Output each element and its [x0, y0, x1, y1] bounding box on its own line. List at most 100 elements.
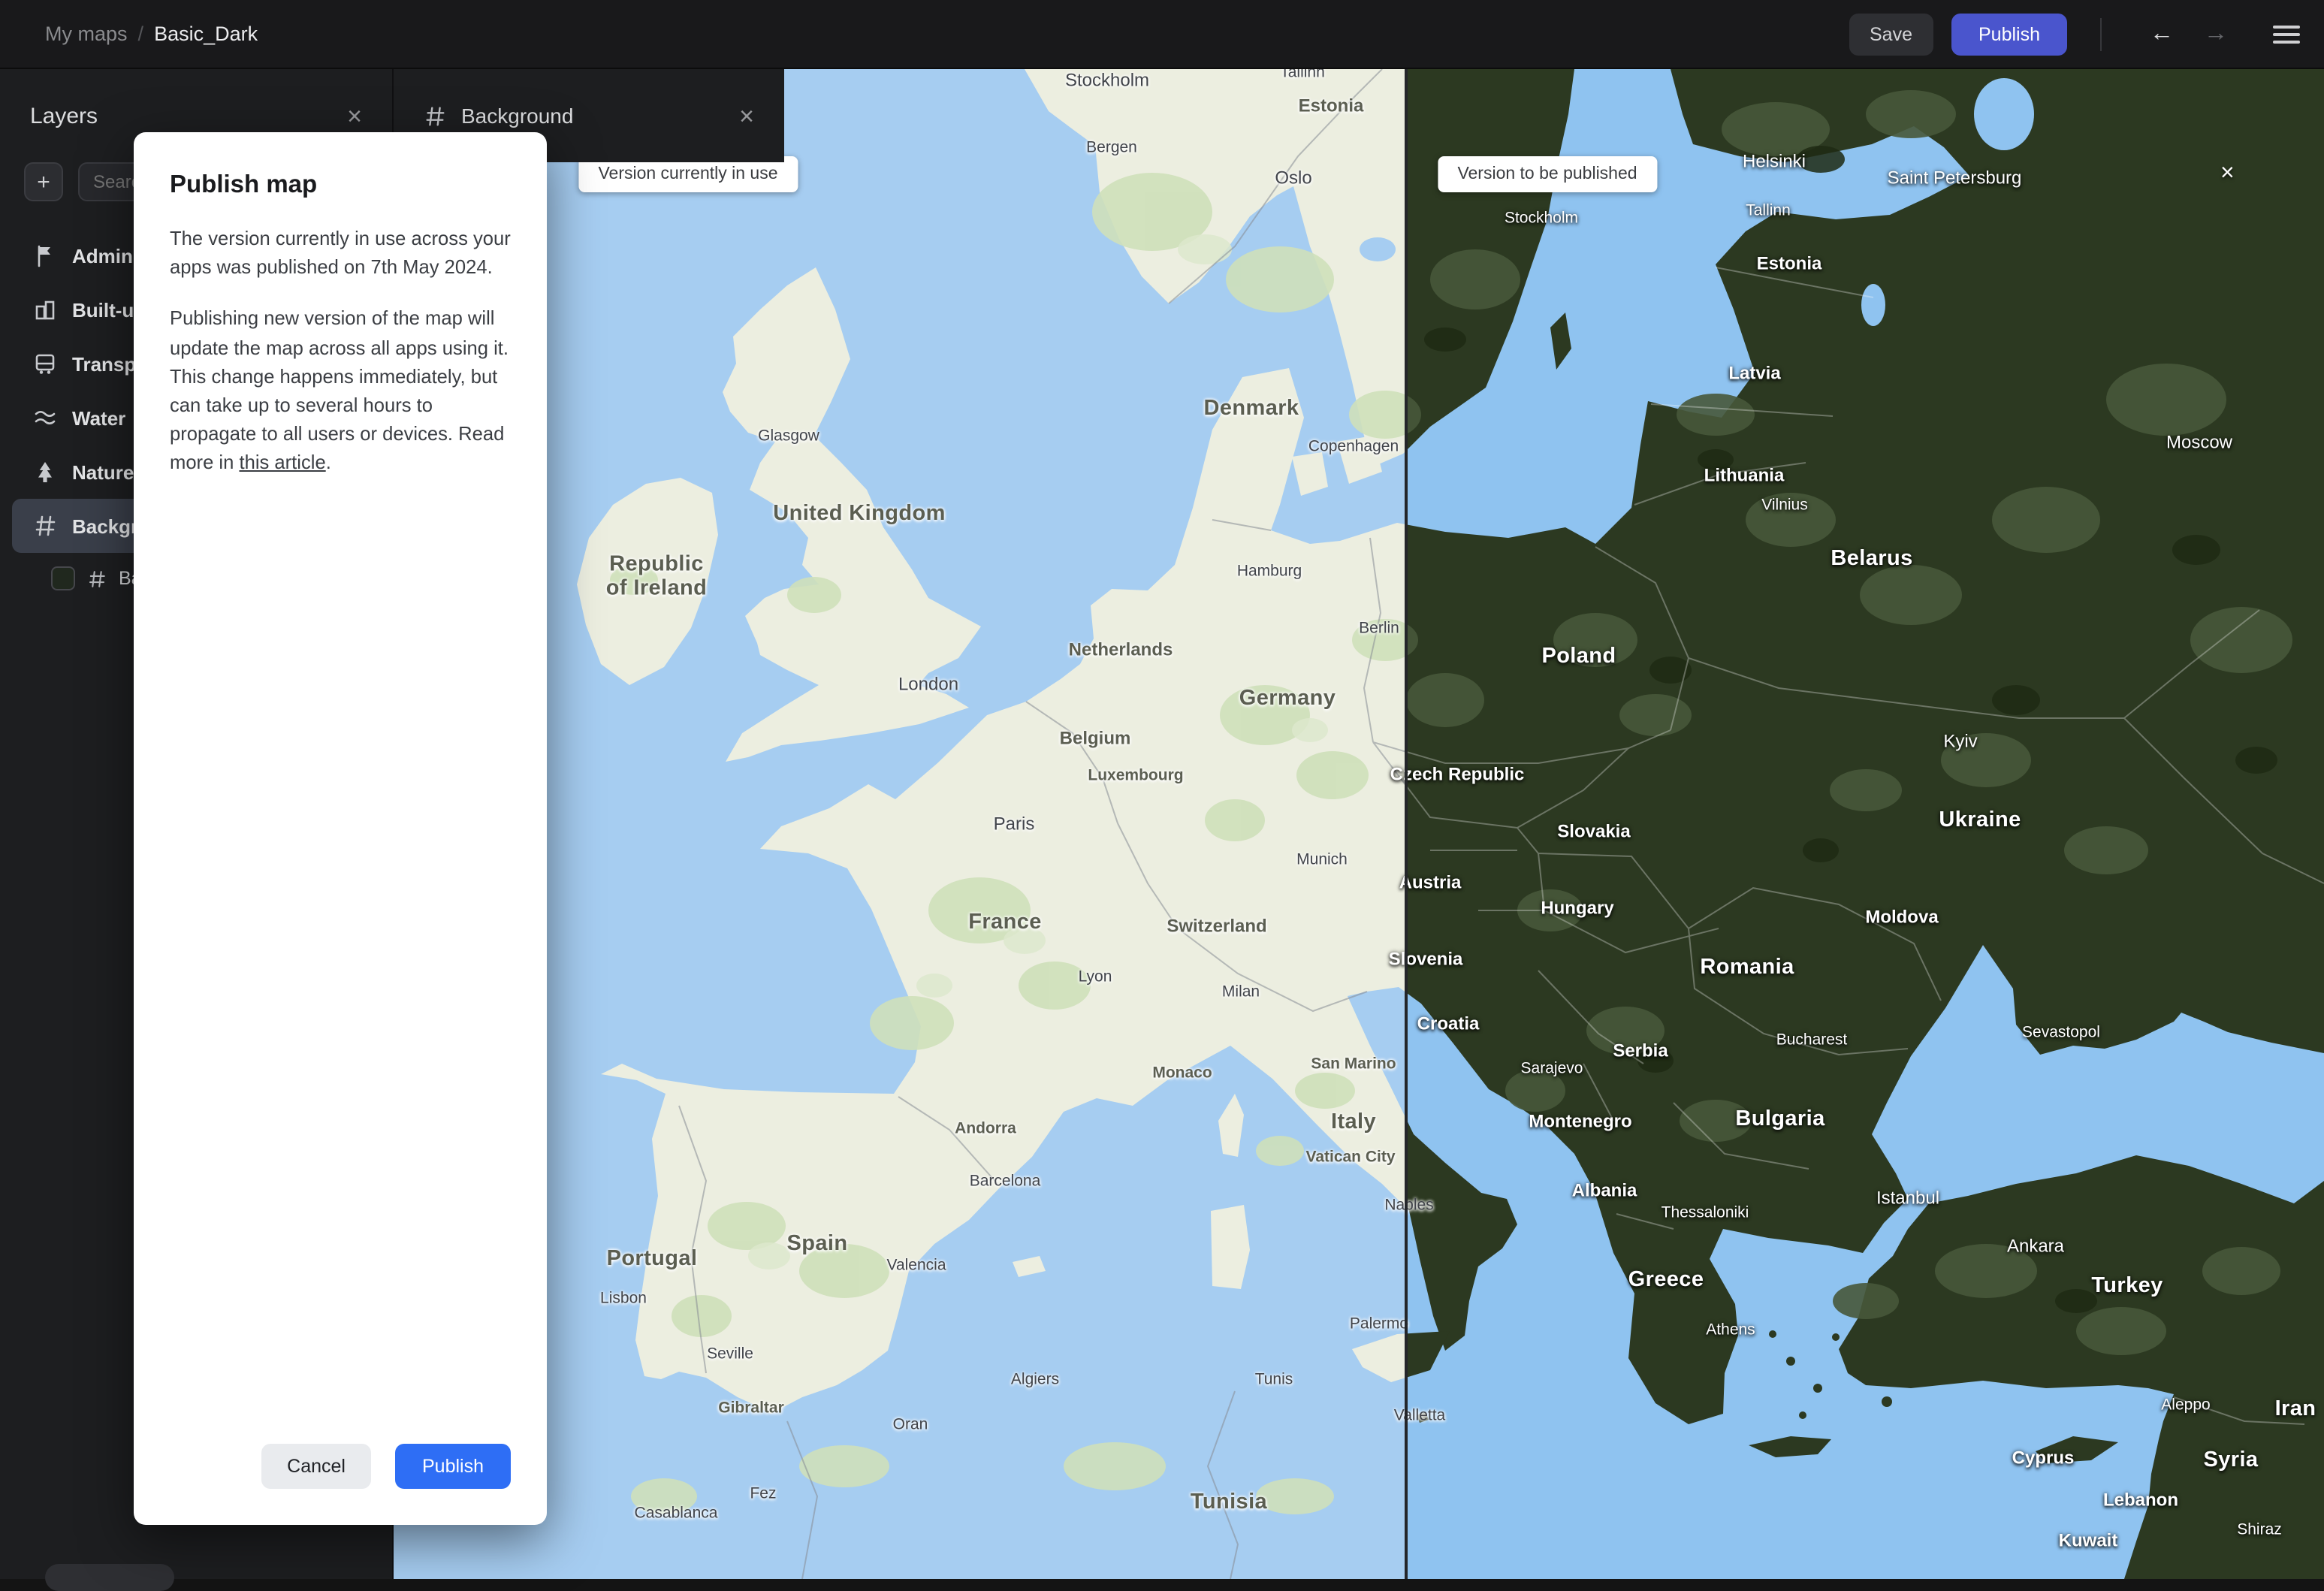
modal-publish-button[interactable]: Publish	[395, 1444, 511, 1489]
map-label: Italy	[1330, 1109, 1377, 1134]
map-label: Netherlands	[1068, 639, 1173, 660]
map-label: Albania	[1571, 1179, 1637, 1201]
add-layer-button[interactable]: +	[24, 162, 63, 201]
map-label: Estonia	[1756, 252, 1822, 274]
map-label: Tallinn	[1280, 69, 1325, 82]
map-label: Valencia	[886, 1256, 946, 1275]
compare-close-icon[interactable]: ×	[2220, 162, 2235, 186]
map-label: Belarus	[1831, 546, 1913, 571]
map-label: Iran	[2274, 1396, 2316, 1421]
version-published-badge: Version to be published	[1438, 156, 1657, 192]
map-label: Andorra	[955, 1119, 1016, 1138]
map-label: Hamburg	[1236, 562, 1302, 581]
map-label: Kyiv	[1943, 730, 1978, 752]
map-label: Spain	[786, 1231, 848, 1256]
map-label: Lithuania	[1704, 464, 1785, 486]
modal-paragraph-2: Publishing new version of the map will u…	[170, 304, 511, 477]
map-label: Bulgaria	[1735, 1106, 1825, 1131]
map-label: Moldova	[1865, 906, 1939, 928]
sidebar-bottom-button[interactable]	[45, 1564, 174, 1591]
map-label: Berlin	[1359, 619, 1399, 638]
map-labels: Stockholm Tallinn Estonia Bergen Oslo Glasgow…	[394, 69, 2324, 1579]
map-label: San Marino	[1311, 1055, 1396, 1073]
map-label: Helsinki	[1742, 150, 1806, 172]
tree-icon	[33, 460, 57, 484]
breadcrumb-separator: /	[137, 23, 144, 45]
layer-label: Water	[72, 406, 126, 429]
map-label: Republic of Ireland	[605, 552, 708, 601]
flag-icon	[33, 243, 57, 267]
modal-actions: Cancel Publish	[261, 1444, 511, 1489]
grid-icon	[33, 514, 57, 538]
map-label: Saint Petersburg	[1887, 167, 2022, 189]
buildings-icon	[33, 297, 57, 322]
map-label: Croatia	[1417, 1013, 1480, 1034]
map-label: Oran	[892, 1415, 928, 1434]
cancel-button[interactable]: Cancel	[261, 1444, 371, 1489]
map-label: Lebanon	[2103, 1489, 2178, 1511]
layer-color-swatch[interactable]	[51, 566, 75, 590]
map-label: Germany	[1239, 686, 1336, 711]
map-label: Romania	[1700, 955, 1794, 980]
map-label: Vatican City	[1305, 1148, 1396, 1167]
topbar-divider	[2100, 17, 2102, 50]
map-label: Tunis	[1254, 1370, 1293, 1389]
breadcrumb-parent[interactable]: My maps	[45, 23, 128, 45]
breadcrumb-current: Basic_Dark	[154, 23, 258, 45]
water-icon	[33, 406, 57, 430]
publish-modal: Publish map The version currently in use…	[134, 132, 547, 1525]
menu-icon[interactable]	[2273, 25, 2300, 43]
map-label: Barcelona	[969, 1172, 1041, 1191]
map-label: Ukraine	[1939, 808, 2021, 832]
redo-forward-icon[interactable]: →	[2189, 20, 2243, 47]
undo-back-icon[interactable]: ←	[2135, 20, 2189, 47]
map-label: Greece	[1628, 1267, 1704, 1292]
map-label: Valletta	[1393, 1406, 1446, 1425]
publish-button[interactable]: Publish	[1951, 13, 2067, 55]
compare-divider-handle[interactable]	[1405, 69, 1408, 1579]
map-label: Algiers	[1010, 1370, 1060, 1389]
map-label: Stockholm	[1064, 69, 1150, 91]
map-label: Palermo	[1349, 1315, 1409, 1333]
map-label: Czech Republic	[1390, 763, 1525, 785]
save-button[interactable]: Save	[1849, 13, 1933, 55]
map-label: Luxembourg	[1088, 766, 1184, 785]
grid-icon	[87, 569, 107, 588]
map-canvas[interactable]: Stockholm Tallinn Estonia Bergen Oslo Glasgow…	[394, 69, 2324, 1579]
modal-paragraph-1: The version currently in use across your…	[170, 227, 511, 279]
map-label: Estonia	[1298, 95, 1364, 116]
map-label: Seville	[707, 1345, 753, 1363]
map-label: Glasgow	[758, 427, 819, 445]
layers-panel-title: Layers	[30, 103, 98, 128]
map-label: Tunisia	[1190, 1490, 1268, 1514]
modal-paragraph-2-period: .	[325, 451, 331, 474]
map-label: Lisbon	[600, 1289, 647, 1308]
tab-background-label: Background	[461, 104, 574, 128]
map-label: Syria	[2203, 1448, 2259, 1472]
map-label: Shiraz	[2237, 1520, 2282, 1539]
modal-title: Publish map	[170, 171, 318, 198]
map-label: Austria	[1399, 871, 1462, 893]
map-label: Tallinn	[1746, 201, 1791, 220]
map-label: Latvia	[1728, 362, 1781, 384]
this-article-link[interactable]: this article	[239, 451, 325, 474]
map-label: Serbia	[1613, 1040, 1668, 1061]
app-window: Stockholm Tallinn Estonia Bergen Oslo Glasgow…	[0, 0, 2324, 1591]
map-label: Istanbul	[1876, 1187, 1940, 1209]
map-label: Bucharest	[1776, 1031, 1848, 1049]
map-label: Paris	[993, 813, 1035, 835]
bus-icon	[33, 352, 57, 376]
map-label: Fez	[750, 1484, 777, 1503]
map-label: France	[968, 910, 1042, 934]
map-label: Athens	[1706, 1321, 1755, 1339]
tab-close-icon[interactable]: ×	[739, 103, 754, 128]
layers-panel-close-icon[interactable]: ×	[347, 103, 362, 128]
map-label: Sarajevo	[1520, 1059, 1583, 1078]
map-label: Slovakia	[1557, 820, 1631, 842]
map-label: Casablanca	[634, 1504, 718, 1523]
map-label: Aleppo	[2161, 1396, 2211, 1414]
map-label: Belgium	[1059, 727, 1131, 749]
map-label: London	[898, 673, 959, 695]
map-label: Slovenia	[1388, 948, 1463, 970]
map-label: Gibraltar	[718, 1399, 784, 1417]
